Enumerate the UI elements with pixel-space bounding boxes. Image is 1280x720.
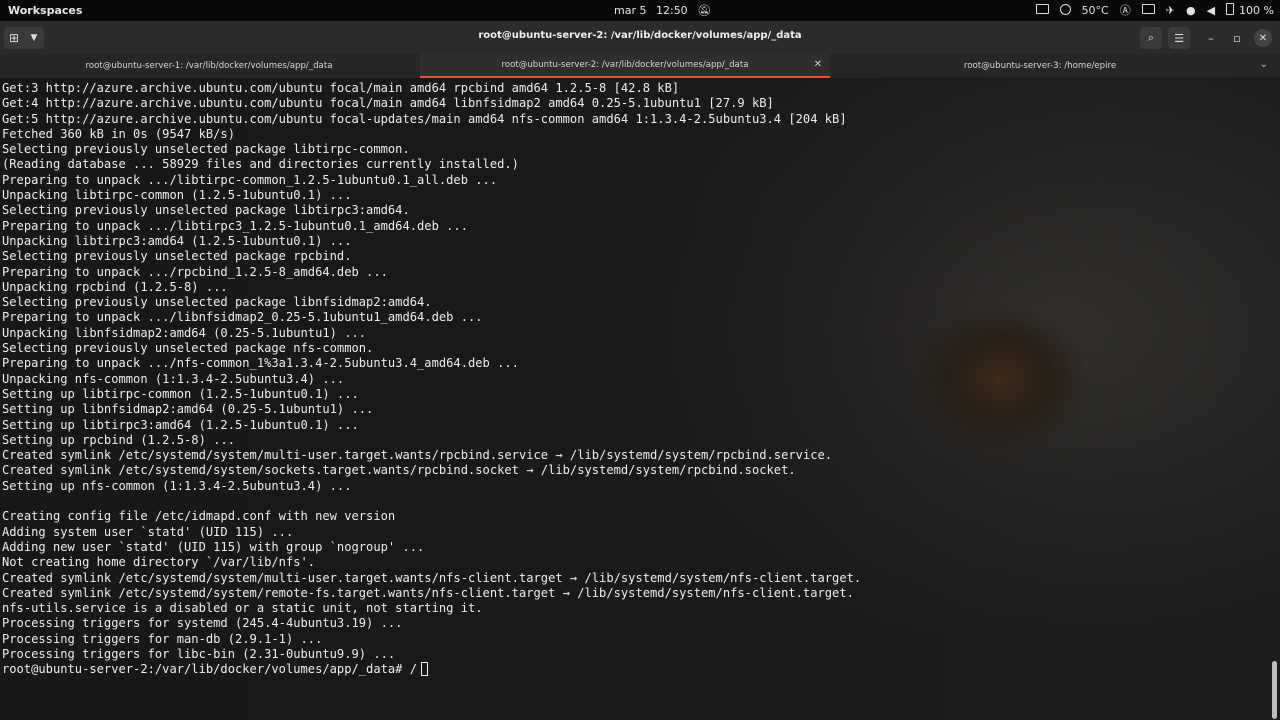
terminal-line: Unpacking nfs-common (1:1.3.4-2.5ubuntu3… <box>2 371 345 386</box>
clock-date: mar 5 <box>614 4 647 17</box>
terminal-line: Processing triggers for man-db (2.9.1-1)… <box>2 631 323 646</box>
terminal-line: Get:3 http://azure.archive.ubuntu.com/ub… <box>2 81 680 95</box>
command-input[interactable]: / <box>410 662 417 676</box>
close-button[interactable]: ✕ <box>1254 29 1272 47</box>
terminal-line: Unpacking rpcbind (1.2.5-8) ... <box>2 279 228 294</box>
prompt-line[interactable]: root@ubuntu-server-2:/var/lib/docker/vol… <box>2 662 861 677</box>
minimize-button[interactable]: – <box>1202 27 1220 49</box>
terminal-line: Creating config file /etc/idmapd.conf wi… <box>2 509 396 524</box>
terminal-line: Selecting previously unselected package … <box>2 295 432 310</box>
terminal-line: Not creating home directory `/var/lib/nf… <box>2 555 316 570</box>
close-tab-icon[interactable]: ✕ <box>814 59 822 70</box>
tab-ubuntu-server-3[interactable]: root@ubuntu-server-3: /home/epire <box>830 54 1250 78</box>
terminal-line: Adding new user `statd' (UID 115) with g… <box>2 539 425 554</box>
tab-ubuntu-server-1[interactable]: root@ubuntu-server-1: /var/lib/docker/vo… <box>0 54 418 78</box>
maximize-button[interactable]: ▫ <box>1228 27 1246 49</box>
search-icon: ⌕ <box>1147 31 1155 44</box>
terminal-line: Fetched 360 kB in 0s (9547 kB/s) <box>2 126 235 141</box>
text-cursor <box>421 662 429 677</box>
terminal-line: Get:5 http://azure.archive.ubuntu.com/ub… <box>2 111 847 126</box>
hamburger-menu-icon: ☰ <box>1174 31 1184 45</box>
tab-label: root@ubuntu-server-1: /var/lib/docker/vo… <box>85 61 333 71</box>
maximize-icon: ▫ <box>1233 31 1241 45</box>
tab-label: root@ubuntu-server-2: /var/lib/docker/vo… <box>501 60 749 70</box>
workspaces-button[interactable]: Workspaces <box>8 4 82 17</box>
scrollbar[interactable] <box>1272 661 1277 719</box>
tab-bar: root@ubuntu-server-1: /var/lib/docker/vo… <box>0 54 1280 78</box>
terminal-view[interactable]: Get:3 http://azure.archive.ubuntu.com/ub… <box>0 79 1280 720</box>
accessibility-icon[interactable]: Ⓐ <box>1120 4 1131 18</box>
terminal-line: Preparing to unpack .../nfs-common_1%3a1… <box>2 356 519 371</box>
tab-label: root@ubuntu-server-3: /home/epire <box>963 61 1117 71</box>
volume-icon[interactable]: ◀︎ <box>1207 4 1215 18</box>
battery-icon[interactable] <box>1226 3 1235 19</box>
microphone-icon[interactable]: ● <box>1186 4 1196 18</box>
terminal-line: (Reading database ... 58929 files and di… <box>2 157 519 172</box>
display-icon[interactable] <box>1141 4 1155 18</box>
terminal-line: Created symlink /etc/systemd/system/remo… <box>2 585 854 600</box>
minimize-icon: – <box>1208 31 1214 45</box>
notifications-off-icon: 🔕︎ <box>697 4 712 17</box>
terminal-line: Unpacking libtirpc-common (1.2.5-1ubuntu… <box>2 188 352 203</box>
battery-percentage[interactable]: 100 % <box>1239 4 1274 18</box>
terminal-line: nfs-utils.service is a disabled or a sta… <box>2 601 483 616</box>
terminal-line: Selecting previously unselected package … <box>2 341 374 356</box>
terminal-line: Processing triggers for systemd (245.4-4… <box>2 616 403 631</box>
terminal-line: Get:4 http://azure.archive.ubuntu.com/ub… <box>2 96 774 111</box>
terminal-line: Setting up libnfsidmap2:amd64 (0.25-5.1u… <box>2 402 374 417</box>
window-title: root@ubuntu-server-2: /var/lib/docker/vo… <box>478 30 802 41</box>
terminal-line: Preparing to unpack .../rpcbind_1.2.5-8_… <box>2 264 388 279</box>
terminal-line: Selecting previously unselected package … <box>2 203 410 218</box>
tabs-overflow-chevron-icon[interactable]: ⌄ <box>1260 59 1268 70</box>
clock-time: 12:50 <box>655 4 688 17</box>
thermometer-icon <box>1059 3 1071 19</box>
screen-capture-icon[interactable] <box>1035 4 1049 18</box>
clock[interactable]: mar 5 12:50 🔕︎ <box>614 4 717 17</box>
system-tray[interactable]: 50°C Ⓐ ✈︎ ● ◀︎ 100 % <box>1025 3 1274 19</box>
terminal-line: Selecting previously unselected package … <box>2 142 410 157</box>
close-icon: ✕ <box>1258 32 1268 44</box>
terminal-line: Selecting previously unselected package … <box>2 249 352 264</box>
terminal-line: Preparing to unpack .../libtirpc3_1.2.5-… <box>2 218 468 233</box>
terminal-line: Preparing to unpack .../libnfsidmap2_0.2… <box>2 310 483 325</box>
terminal-line: Created symlink /etc/systemd/system/sock… <box>2 463 796 478</box>
shell-prompt: root@ubuntu-server-2:/var/lib/docker/vol… <box>2 662 410 677</box>
terminal-line: Processing triggers for libc-bin (2.31-0… <box>2 646 396 661</box>
temperature-readout[interactable]: 50°C <box>1082 4 1109 18</box>
terminal-line: Unpacking libtirpc3:amd64 (1.2.5-1ubuntu… <box>2 233 352 248</box>
airplane-mode-icon[interactable]: ✈︎ <box>1166 4 1175 18</box>
terminal-output[interactable]: Get:3 http://azure.archive.ubuntu.com/ub… <box>2 81 861 678</box>
top-system-bar: Workspaces mar 5 12:50 🔕︎ 50°C Ⓐ ✈︎ ● ◀︎… <box>0 0 1280 21</box>
terminal-line: Adding system user `statd' (UID 115) ... <box>2 524 294 539</box>
terminal-line: Setting up nfs-common (1:1.3.4-2.5ubuntu… <box>2 478 352 493</box>
search-button[interactable]: ⌕ <box>1140 27 1162 49</box>
menu-button[interactable]: ☰ <box>1168 27 1190 49</box>
terminal-line: Preparing to unpack .../libtirpc-common_… <box>2 172 498 187</box>
terminal-line: Setting up libtirpc3:amd64 (1.2.5-1ubunt… <box>2 417 359 432</box>
terminal-line: Setting up libtirpc-common (1.2.5-1ubunt… <box>2 386 359 401</box>
terminal-line: Created symlink /etc/systemd/system/mult… <box>2 448 833 463</box>
terminal-line: Created symlink /etc/systemd/system/mult… <box>2 570 862 585</box>
terminal-line: Setting up rpcbind (1.2.5-8) ... <box>2 432 235 447</box>
terminal-headerbar: ⊞ ▼ root@ubuntu-server-2: /var/lib/docke… <box>0 21 1280 54</box>
tab-ubuntu-server-2[interactable]: root@ubuntu-server-2: /var/lib/docker/vo… <box>420 54 830 78</box>
terminal-line: Unpacking libnfsidmap2:amd64 (0.25-5.1ub… <box>2 325 367 340</box>
